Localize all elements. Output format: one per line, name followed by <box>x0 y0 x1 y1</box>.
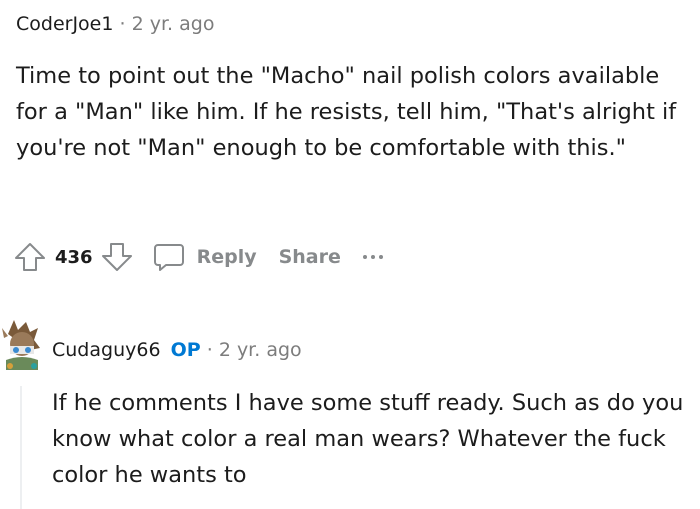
reply-timestamp[interactable]: 2 yr. ago <box>219 339 302 361</box>
meta-separator: · <box>206 339 213 361</box>
downvote-arrow-icon[interactable] <box>99 239 135 275</box>
comment-actions: 436 Reply Share <box>12 238 383 276</box>
reply-label: Reply <box>196 246 257 268</box>
upvote-arrow-icon[interactable] <box>12 239 48 275</box>
comment-body: Time to point out the "Macho" nail polis… <box>16 63 677 161</box>
share-button[interactable]: Share <box>279 246 341 268</box>
vote-count: 436 <box>55 246 93 268</box>
comment-meta: CoderJoe1 · 2 yr. ago <box>16 11 214 37</box>
avatar[interactable] <box>0 308 42 380</box>
thread-line[interactable] <box>20 386 22 509</box>
ellipsis-icon[interactable] <box>362 255 383 259</box>
reply-username[interactable]: Cudaguy66 <box>52 339 161 361</box>
meta-separator: · <box>119 13 126 35</box>
op-badge: OP <box>170 339 201 361</box>
comment-username[interactable]: CoderJoe1 <box>16 13 113 35</box>
reply-body: If he comments I have some stuff ready. … <box>52 390 684 488</box>
reply-meta: Cudaguy66 OP · 2 yr. ago <box>52 337 302 363</box>
reply-button[interactable]: Reply <box>151 239 257 275</box>
reply-comment: Cudaguy66 OP · 2 yr. ago If he comments … <box>0 300 700 509</box>
comment-timestamp[interactable]: 2 yr. ago <box>132 13 215 35</box>
speech-bubble-icon <box>151 239 187 275</box>
